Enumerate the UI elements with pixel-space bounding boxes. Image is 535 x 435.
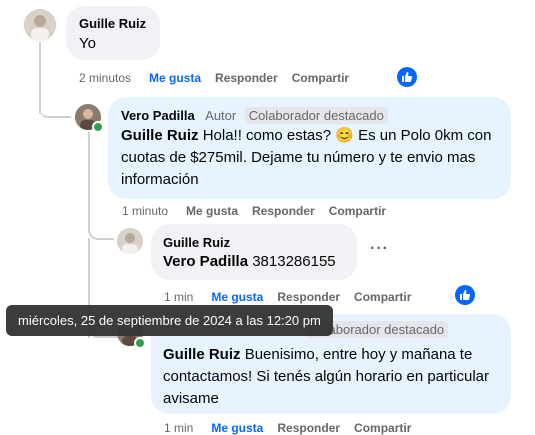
comment-body: 3813286155 [252,253,336,270]
share-button[interactable]: Compartir [329,204,386,218]
mention[interactable]: Guille Ruiz [163,346,241,363]
comment-actions: 1 minuto Me gusta Responder Compartir [122,204,400,218]
like-button[interactable]: Me gusta [211,421,263,435]
like-button[interactable]: Me gusta [211,290,263,304]
comment-text: Vero Padilla 3813286155 [163,251,336,273]
timestamp-tooltip: miércoles, 25 de septiembre de 2024 a la… [6,305,333,336]
comment-author[interactable]: Vero Padilla [121,108,195,123]
comment-actions: 1 min Me gusta Responder Compartir [164,421,425,435]
online-indicator [92,121,104,133]
mention[interactable]: Vero Padilla [163,253,248,270]
thread-connector [39,92,71,118]
reply-button[interactable]: Responder [252,204,315,218]
share-button[interactable]: Compartir [354,421,411,435]
comment-bubble: Guille Ruiz Yo [66,6,160,60]
comment-author[interactable]: Guille Ruiz [163,235,230,250]
comment-text: Yo [79,35,96,52]
online-indicator [134,337,146,349]
comment-time[interactable]: 1 min [164,421,193,435]
comment-time[interactable]: 2 minutos [79,71,131,85]
comment-bubble: Guille Ruiz Vero Padilla 3813286155 [151,224,357,280]
thumbs-up-icon[interactable] [397,67,417,87]
comment-time[interactable]: 1 min [164,290,193,304]
reply-button[interactable]: Responder [277,421,340,435]
like-button[interactable]: Me gusta [186,204,238,218]
mention[interactable]: Guille Ruiz [121,127,199,144]
thumbs-up-icon[interactable] [455,285,475,305]
avatar[interactable] [24,9,56,41]
author-label: Autor [205,108,237,123]
thread-line [88,132,90,232]
share-button[interactable]: Compartir [354,290,411,304]
reply-button[interactable]: Responder [215,71,278,85]
comment-text: Guille Ruiz Hola!! como estas? 😊 Es un P… [121,125,501,191]
comment-text: Guille Ruiz Buenisimo, entre hoy y mañan… [163,344,499,410]
top-contributor-badge: Colaborador destacado [244,107,388,124]
comment-author[interactable]: Guille Ruiz [79,16,146,31]
comment-actions: 2 minutos Me gusta Responder Compartir [79,71,363,85]
comment-actions: 1 min Me gusta Responder Compartir [164,290,425,304]
more-options-icon[interactable]: ··· [370,240,389,258]
avatar[interactable] [117,228,143,254]
reply-button[interactable]: Responder [277,290,340,304]
comment-header: Vero Padilla Autor Colaborador destacado [121,107,388,125]
comment-time[interactable]: 1 minuto [122,204,168,218]
comment-bubble: Vero Padilla Autor Colaborador destacado… [108,97,511,199]
thread-connector [88,220,114,240]
share-button[interactable]: Compartir [292,71,349,85]
like-button[interactable]: Me gusta [149,71,201,85]
